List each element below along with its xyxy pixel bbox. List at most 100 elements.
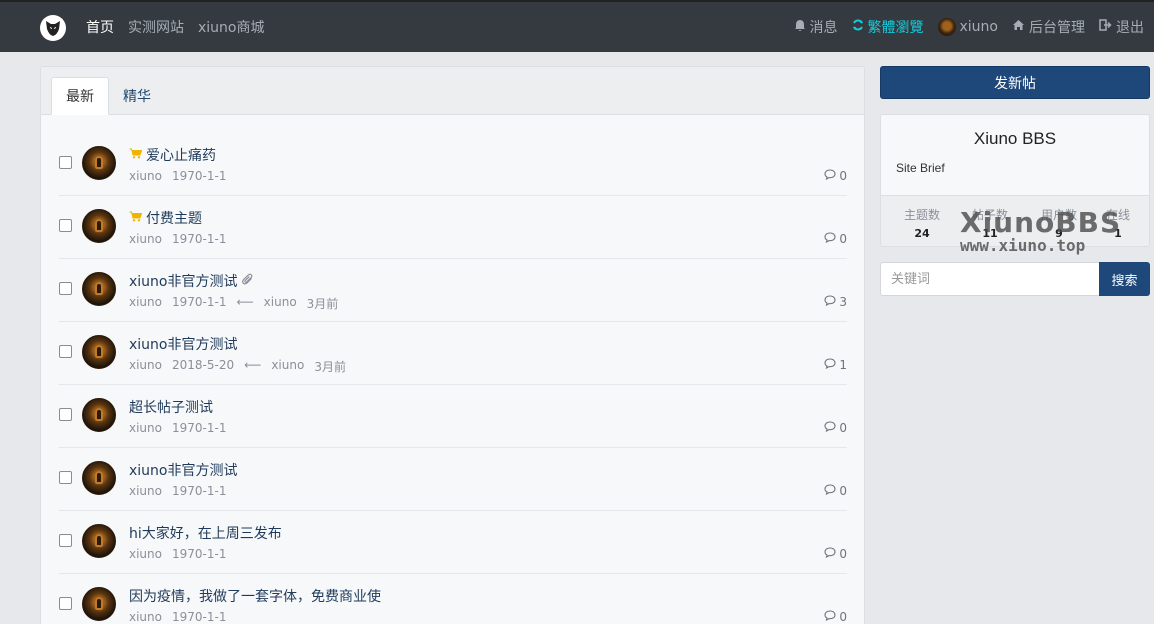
thread-author[interactable]: xiuno bbox=[129, 484, 162, 498]
comment-icon bbox=[824, 232, 836, 246]
thread-author[interactable]: xiuno bbox=[129, 358, 162, 375]
thread-row[interactable]: 超长帖子测试 xiuno 1970-1-1 0 bbox=[59, 385, 847, 448]
cart-icon bbox=[129, 148, 143, 162]
nav-admin[interactable]: 后台管理 bbox=[1012, 17, 1085, 37]
thread-date: 2018-5-20 bbox=[172, 358, 235, 372]
thread-title[interactable]: 付费主题 bbox=[129, 208, 202, 228]
nav-logout-label: 退出 bbox=[1116, 20, 1144, 36]
reply-count-value: 0 bbox=[839, 547, 847, 561]
tab-latest[interactable]: 最新 bbox=[51, 77, 109, 115]
thread-checkbox[interactable] bbox=[59, 282, 72, 295]
nav-traditional[interactable]: 繁體瀏覽 bbox=[852, 17, 924, 37]
thread-author[interactable]: xiuno bbox=[129, 232, 162, 246]
thread-title[interactable]: 因为疫情，我做了一套字体，免费商业使 bbox=[129, 586, 381, 606]
comment-icon bbox=[824, 295, 836, 309]
site-title: Xiuno BBS bbox=[973, 129, 1057, 148]
thread-row[interactable]: 付费主题 xiuno 1970-1-1 0 bbox=[59, 196, 847, 259]
search-form: 搜索 bbox=[880, 262, 1150, 296]
avatar[interactable] bbox=[82, 461, 116, 495]
nav-left: 首页 实测网站 xiuno商城 bbox=[86, 2, 265, 52]
new-post-button[interactable]: 发新帖 bbox=[880, 66, 1150, 99]
thread-checkbox[interactable] bbox=[59, 345, 72, 358]
thread-meta: xiuno 2018-5-20 ⟵ xiuno 3月前 bbox=[129, 358, 346, 375]
thread-row[interactable]: hi大家好，在上周三发布 xiuno 1970-1-1 0 bbox=[59, 511, 847, 574]
thread-title-text[interactable]: xiuno非官方测试 bbox=[129, 460, 238, 480]
thread-title-text[interactable]: 超长帖子测试 bbox=[129, 397, 213, 417]
thread-meta: xiuno 1970-1-1 bbox=[129, 610, 226, 624]
last-reply-arrow-icon: ⟵ bbox=[236, 295, 254, 309]
avatar[interactable] bbox=[82, 209, 116, 243]
search-input[interactable] bbox=[880, 262, 1099, 296]
avatar[interactable] bbox=[82, 398, 116, 432]
nav-user-label: xiuno bbox=[959, 19, 999, 35]
avatar[interactable] bbox=[82, 146, 116, 180]
last-reply-user[interactable]: xiuno bbox=[264, 295, 297, 312]
thread-title[interactable]: 超长帖子测试 bbox=[129, 397, 213, 417]
thread-checkbox[interactable] bbox=[59, 534, 72, 547]
avatar bbox=[937, 18, 956, 36]
thread-title-text[interactable]: xiuno非官方测试 bbox=[129, 271, 238, 291]
thread-date: 1970-1-1 bbox=[172, 295, 227, 309]
thread-checkbox[interactable] bbox=[59, 408, 72, 421]
thread-author[interactable]: xiuno bbox=[129, 295, 162, 312]
thread-date: 1970-1-1 bbox=[172, 421, 227, 435]
last-reply-user[interactable]: xiuno bbox=[271, 358, 304, 375]
nav-logout[interactable]: 退出 bbox=[1099, 17, 1144, 37]
nav-messages-label: 消息 bbox=[809, 20, 838, 36]
thread-date: 1970-1-1 bbox=[172, 232, 227, 246]
thread-row[interactable]: xiuno非官方测试 xiuno 1970-1-1 0 bbox=[59, 448, 847, 511]
nav-user[interactable]: xiuno bbox=[937, 18, 999, 36]
sign-out-icon bbox=[1099, 19, 1112, 35]
thread-date: 1970-1-1 bbox=[172, 169, 227, 183]
stat-posts: 帖子数 11 bbox=[960, 206, 1020, 240]
thread-checkbox[interactable] bbox=[59, 219, 72, 232]
thread-author[interactable]: xiuno bbox=[129, 610, 162, 624]
search-button[interactable]: 搜索 bbox=[1099, 262, 1150, 296]
thread-meta: xiuno 1970-1-1 bbox=[129, 169, 226, 183]
nav-home[interactable]: 首页 bbox=[86, 17, 114, 37]
thread-list-card: 最新 精华 爱心止痛药 xiuno 1970-1-1 0 付费主题 xiuno 1970-1… bbox=[40, 66, 865, 624]
stat-online: 在线 1 bbox=[1088, 206, 1148, 240]
last-reply-time: 3月前 bbox=[314, 360, 346, 374]
thread-title-text[interactable]: 爱心止痛药 bbox=[146, 145, 216, 165]
site-logo[interactable] bbox=[40, 15, 66, 41]
reply-count: 0 bbox=[824, 610, 847, 624]
thread-checkbox[interactable] bbox=[59, 597, 72, 610]
nav-shop[interactable]: xiuno商城 bbox=[198, 17, 265, 37]
thread-date: 1970-1-1 bbox=[172, 484, 227, 498]
thread-title[interactable]: xiuno非官方测试 bbox=[129, 460, 238, 480]
tab-digest[interactable]: 精华 bbox=[109, 77, 165, 115]
thread-title[interactable]: xiuno非官方测试 bbox=[129, 334, 238, 354]
thread-row[interactable]: xiuno非官方测试 xiuno 1970-1-1 ⟵ xiuno 3月前 3 bbox=[59, 259, 847, 322]
thread-title[interactable]: xiuno非官方测试 bbox=[129, 271, 254, 291]
reply-count: 0 bbox=[824, 547, 847, 561]
thread-author[interactable]: xiuno bbox=[129, 421, 162, 435]
cart-icon bbox=[129, 211, 143, 225]
thread-title-text[interactable]: 付费主题 bbox=[146, 208, 202, 228]
comment-icon bbox=[824, 169, 836, 183]
thread-title[interactable]: hi大家好，在上周三发布 bbox=[129, 523, 282, 543]
site-stats: 主题数 24 帖子数 11 用户数 9 在线 1 bbox=[881, 195, 1149, 246]
nav-traditional-label: 繁體瀏覽 bbox=[867, 20, 924, 36]
stat-label: 帖子数 bbox=[971, 208, 1008, 222]
nav-messages[interactable]: 消息 bbox=[794, 17, 838, 37]
thread-row[interactable]: 爱心止痛药 xiuno 1970-1-1 0 bbox=[59, 133, 847, 196]
avatar[interactable] bbox=[82, 524, 116, 558]
thread-author[interactable]: xiuno bbox=[129, 169, 162, 183]
thread-meta: xiuno 1970-1-1 ⟵ xiuno 3月前 bbox=[129, 295, 338, 312]
thread-title-text[interactable]: 因为疫情，我做了一套字体，免费商业使 bbox=[129, 586, 381, 606]
bell-icon bbox=[794, 19, 806, 36]
thread-author[interactable]: xiuno bbox=[129, 547, 162, 561]
avatar[interactable] bbox=[82, 272, 116, 306]
nav-test-site[interactable]: 实测网站 bbox=[128, 17, 184, 37]
thread-title-text[interactable]: hi大家好，在上周三发布 bbox=[129, 523, 282, 543]
thread-meta: xiuno 1970-1-1 bbox=[129, 421, 226, 435]
avatar[interactable] bbox=[82, 335, 116, 369]
thread-checkbox[interactable] bbox=[59, 471, 72, 484]
thread-title-text[interactable]: xiuno非官方测试 bbox=[129, 334, 238, 354]
thread-row[interactable]: xiuno非官方测试 xiuno 2018-5-20 ⟵ xiuno 3月前 1 bbox=[59, 322, 847, 385]
avatar[interactable] bbox=[82, 587, 116, 621]
thread-row[interactable]: 因为疫情，我做了一套字体，免费商业使 xiuno 1970-1-1 0 bbox=[59, 574, 847, 624]
thread-checkbox[interactable] bbox=[59, 156, 72, 169]
thread-title[interactable]: 爱心止痛药 bbox=[129, 145, 216, 165]
